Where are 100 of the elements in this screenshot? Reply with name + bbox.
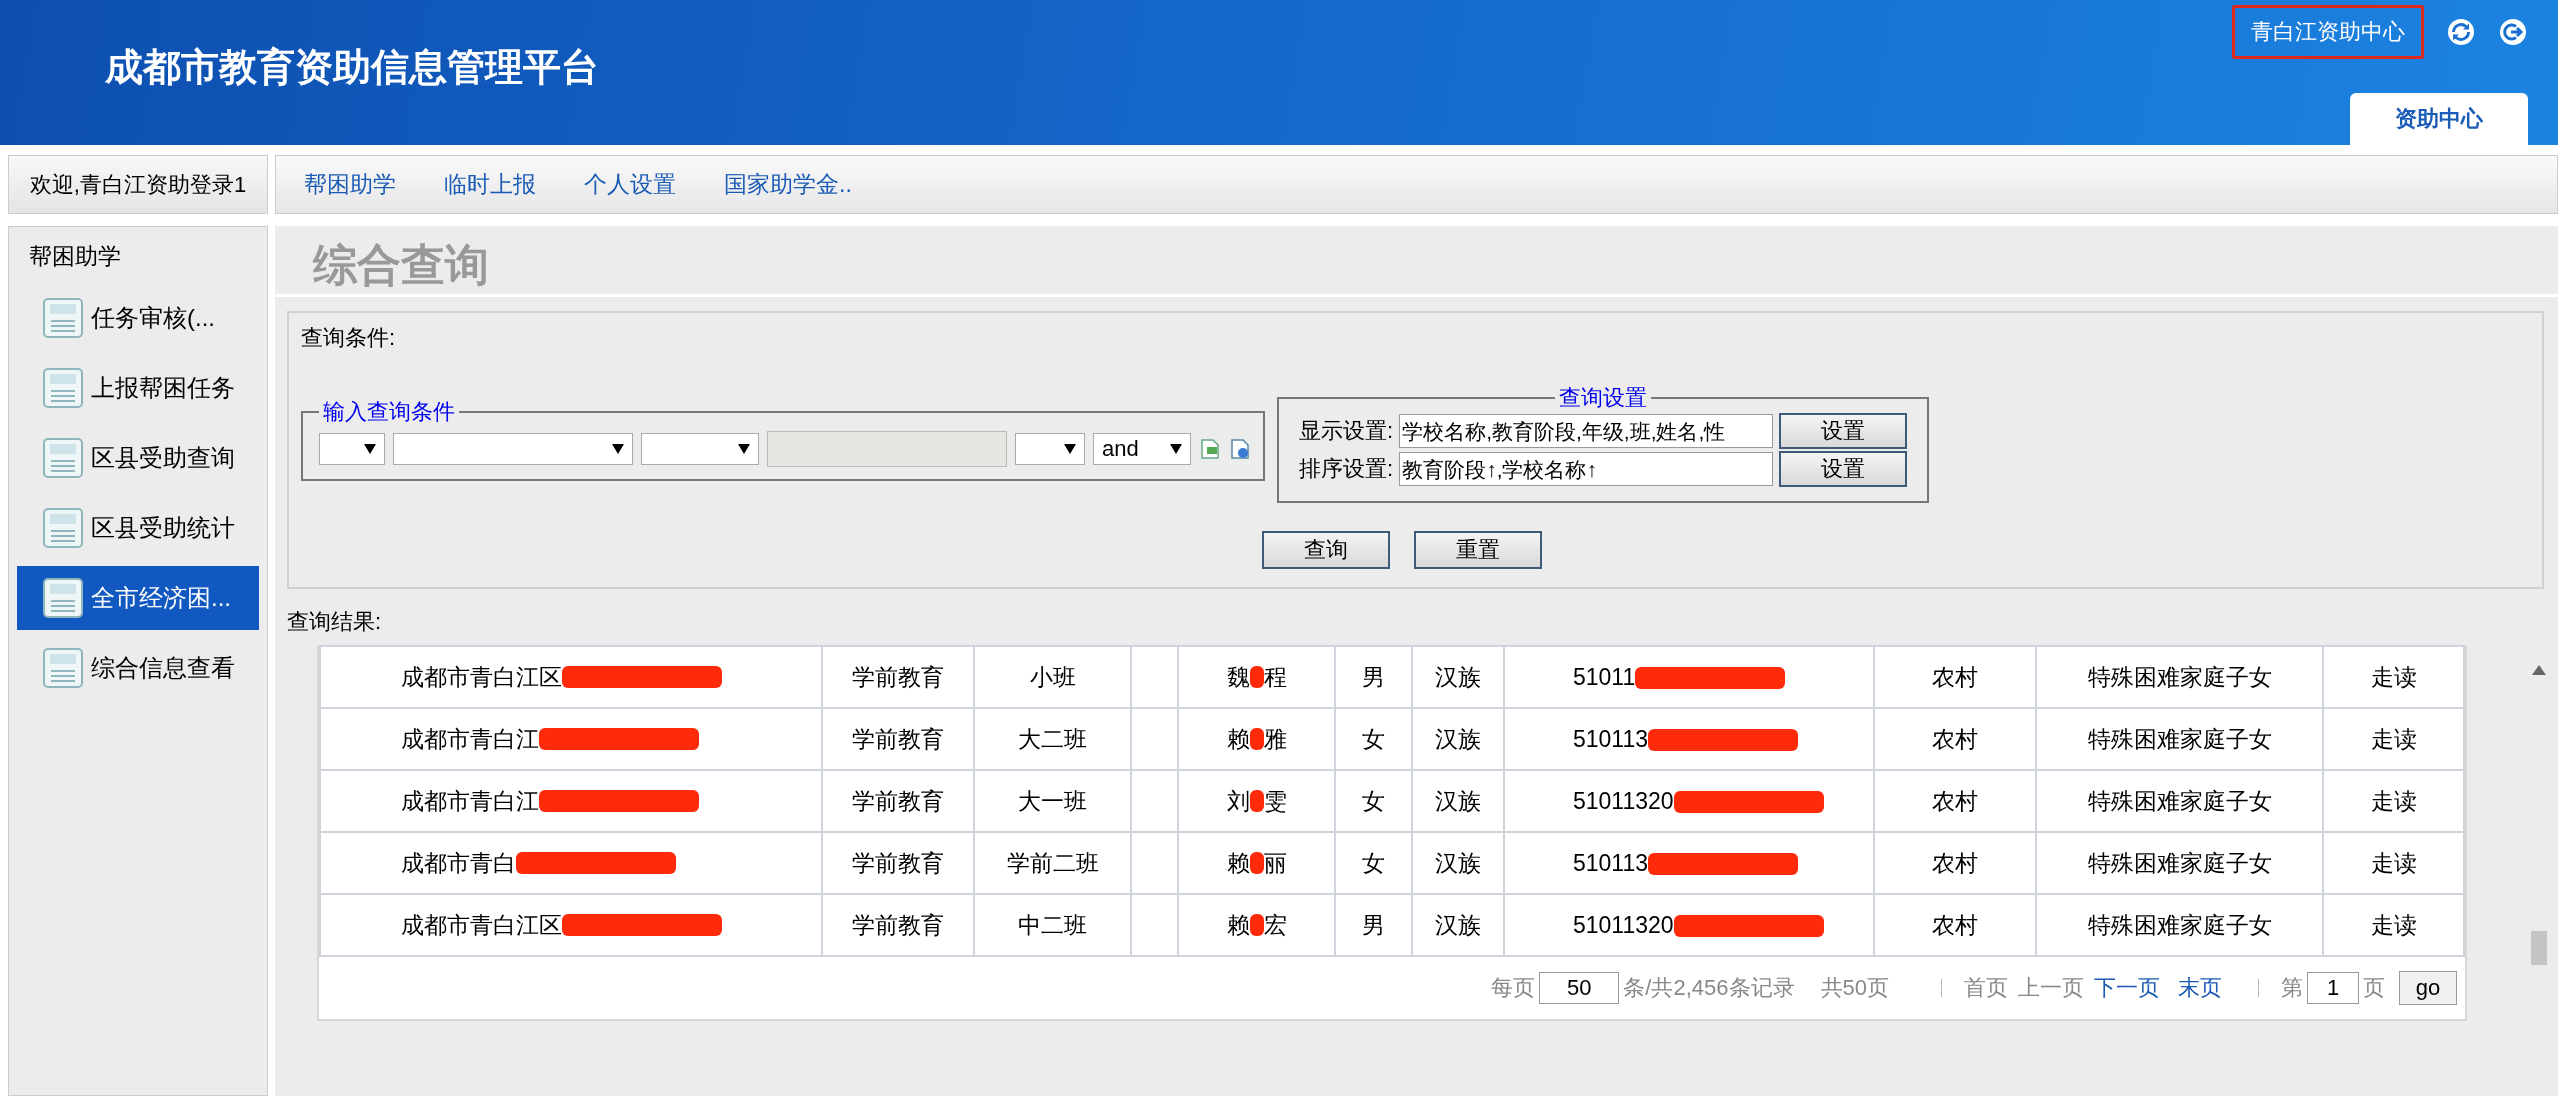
table-cell: 学前教育 [822, 770, 974, 832]
user-center-link[interactable]: 青白江资助中心 [2232, 5, 2424, 59]
table-cell: 汉族 [1412, 770, 1504, 832]
table-cell: 学前教育 [822, 894, 974, 956]
table-cell: 中二班 [974, 894, 1131, 956]
main-tab[interactable]: 资助中心 [2350, 93, 2528, 145]
logout-icon[interactable] [2498, 17, 2528, 47]
table-cell: 小班 [974, 646, 1131, 708]
table-cell: 走读 [2323, 894, 2464, 956]
table-cell: 学前教育 [822, 646, 974, 708]
table-cell-text: 成都市青白江 [401, 725, 539, 752]
table-cell: 农村 [1874, 646, 2036, 708]
nav-link[interactable]: 个人设置 [584, 169, 676, 200]
sidebar-item[interactable]: 综合信息查看 [17, 636, 259, 700]
table-cell-text: 雯 [1263, 787, 1287, 814]
table-cell-text: 成都市青白 [401, 849, 516, 876]
table-cell: 走读 [2323, 770, 2464, 832]
field-label: 显示设置: [1299, 417, 1394, 445]
table-cell: 走读 [2323, 832, 2464, 894]
sidebar-item[interactable]: 区县受助查询 [17, 426, 259, 490]
table-cell: 农村 [1874, 770, 2036, 832]
table-cell: 大一班 [974, 770, 1131, 832]
table-cell: 特殊困难家庭子女 [2036, 894, 2323, 956]
scroll-thumb[interactable] [2531, 931, 2547, 965]
page-size-field[interactable]: 50 [1539, 972, 1620, 1004]
pager-link[interactable]: 下一页 [2094, 973, 2160, 1003]
dropdown[interactable]: and [1093, 433, 1191, 465]
text-field[interactable]: 学校名称,教育阶段,年级,班,姓名,性 [1399, 414, 1774, 448]
caret-icon [612, 444, 624, 454]
table-cell: 汉族 [1412, 832, 1504, 894]
nav-link[interactable]: 临时上报 [444, 169, 536, 200]
sidebar-item[interactable]: 全市经济困... [17, 566, 259, 630]
table-cell: 汉族 [1412, 708, 1504, 770]
refresh-icon[interactable] [2446, 17, 2476, 47]
value-field[interactable] [767, 431, 1007, 467]
group-legend: 输入查询条件 [319, 397, 459, 427]
go-button[interactable]: go [2399, 971, 2457, 1005]
document-icon [43, 438, 83, 478]
table-cell-text: 雅 [1263, 725, 1287, 752]
table-cell-text: 丽 [1263, 849, 1287, 876]
table-cell: 农村 [1874, 894, 2036, 956]
caret-icon [738, 444, 750, 454]
dropdown[interactable] [1015, 433, 1085, 465]
table-cell: 女 [1335, 708, 1412, 770]
pager-text: 页 [2363, 974, 2385, 1002]
table-cell-text: 成都市青白江区 [401, 663, 562, 690]
table-cell-text: 成都市青白江区 [401, 911, 562, 938]
table-cell-text: 赖 [1226, 725, 1250, 752]
group-legend: 查询设置 [1555, 383, 1652, 413]
section-label: 查询结果: [287, 608, 383, 636]
table-cell: 特殊困难家庭子女 [2036, 832, 2323, 894]
page-title: 综合查询 [275, 226, 2558, 297]
table-cell-text: 赖 [1226, 911, 1250, 938]
redaction-mark [1249, 852, 1264, 874]
table-cell-text: 51011320 [1573, 912, 1674, 939]
table-cell-text: 51011 [1573, 664, 1636, 691]
document-icon [43, 298, 83, 338]
document-icon [43, 508, 83, 548]
text-field[interactable]: 教育阶段↑,学校名称↑ [1399, 452, 1774, 486]
table-cell: 学前教育 [822, 832, 974, 894]
redaction-mark [1249, 666, 1264, 688]
table-cell: 汉族 [1412, 894, 1504, 956]
table-cell: 走读 [2323, 646, 2464, 708]
section-label: 查询条件: [301, 324, 397, 352]
table-cell-text: 刘 [1226, 787, 1250, 814]
nav-link[interactable]: 帮困助学 [304, 169, 396, 200]
table-cell: 特殊困难家庭子女 [2036, 770, 2323, 832]
reset-button[interactable]: 重置 [1413, 531, 1542, 569]
scroll-up-icon[interactable] [2532, 665, 2546, 675]
settings-button[interactable]: 设置 [1779, 413, 1908, 449]
document-icon [43, 578, 83, 618]
sidebar-item[interactable]: 上报帮困任务 [17, 356, 259, 420]
table-cell: 男 [1335, 894, 1412, 956]
table-cell-text: 赖 [1226, 849, 1250, 876]
table-cell: 女 [1335, 770, 1412, 832]
table-cell-text: 51011320 [1573, 788, 1674, 815]
document-icon[interactable] [1199, 438, 1221, 460]
table-cell: 女 [1335, 832, 1412, 894]
dropdown[interactable] [319, 433, 385, 465]
table-cell: 大二班 [974, 708, 1131, 770]
add-document-icon[interactable] [1229, 438, 1251, 460]
app-title: 成都市教育资助信息管理平台 [105, 45, 599, 90]
table-cell: 汉族 [1412, 646, 1504, 708]
table-cell-text: 宏 [1263, 911, 1287, 938]
sidebar-heading: 帮困助学 [28, 242, 122, 271]
page-number-field[interactable]: 1 [2307, 972, 2359, 1004]
table-cell-text: 程 [1263, 663, 1287, 690]
pager-link[interactable]: 末页 [2178, 973, 2222, 1003]
redaction-mark [1249, 790, 1264, 812]
caret-icon [1170, 444, 1182, 454]
nav-link[interactable]: 国家助学金.. [724, 169, 852, 200]
redaction-mark [1249, 914, 1264, 936]
table-cell-text: 510113 [1573, 850, 1649, 877]
sidebar-item[interactable]: 任务审核(... [17, 286, 259, 350]
caret-icon [1064, 444, 1076, 454]
settings-button[interactable]: 设置 [1779, 451, 1908, 487]
sidebar-item[interactable]: 区县受助统计 [17, 496, 259, 560]
pager-text: 共50页 [1820, 974, 1889, 1002]
search-button[interactable]: 查询 [1261, 531, 1390, 569]
table-cell: 学前二班 [974, 832, 1131, 894]
